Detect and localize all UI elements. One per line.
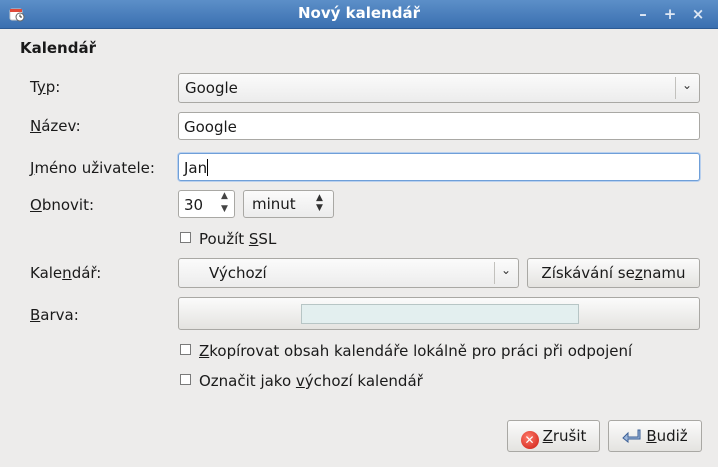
spin-down-icon[interactable]: ▼ — [221, 204, 228, 214]
maximize-button[interactable]: + — [660, 4, 680, 24]
use-ssl-checkbox[interactable]: Použít SSL — [180, 230, 276, 248]
ok-button[interactable]: Budiž — [608, 420, 702, 452]
name-input-value: Google — [184, 118, 237, 136]
fetch-list-button[interactable]: Získávání seznamu — [527, 258, 700, 288]
cancel-button[interactable]: ✕ Zrušit — [507, 420, 600, 452]
calendar-combobox[interactable]: Výchozí ⌄ — [178, 258, 519, 288]
combo-separator — [675, 77, 676, 99]
color-picker-button[interactable] — [178, 297, 700, 330]
set-default-checkbox[interactable]: Označit jako výchozí kalendář — [180, 372, 423, 390]
cancel-icon: ✕ — [520, 431, 539, 449]
type-combobox[interactable]: Google ⌄ — [178, 73, 700, 103]
username-input[interactable]: Jan — [178, 153, 700, 181]
checkbox-box — [180, 374, 191, 385]
combo-separator — [494, 262, 495, 284]
checkbox-box — [180, 232, 191, 243]
checkbox-box — [180, 344, 191, 355]
copy-offline-checkbox[interactable]: Zkopírovat obsah kalendáře lokálně pro p… — [180, 342, 632, 360]
refresh-unit-value: minut — [252, 195, 296, 213]
window-title: Nový kalendář — [298, 4, 420, 22]
refresh-unit-combobox[interactable]: minut ▲ ▼ — [243, 190, 334, 218]
type-value: Google — [185, 79, 238, 97]
close-button[interactable]: × — [688, 4, 708, 24]
refresh-value: 30 — [184, 196, 204, 214]
type-label: Typ: — [30, 78, 61, 96]
minimize-button[interactable]: – — [633, 4, 653, 24]
calendar-value: Výchozí — [209, 264, 267, 282]
refresh-label: Obnovit: — [30, 196, 94, 214]
up-down-arrows-icon: ▲ ▼ — [316, 193, 323, 213]
calendar-label: Kalendář: — [30, 264, 102, 282]
color-label: Barva: — [30, 306, 79, 324]
title-bar: Nový kalendář – + × — [0, 0, 718, 29]
refresh-spinbutton[interactable]: 30 ▲ ▼ — [178, 190, 235, 218]
name-input[interactable]: Google — [178, 112, 700, 140]
enter-arrow-icon — [622, 429, 641, 443]
section-title: Kalendář — [20, 39, 96, 57]
username-label: Jméno uživatele: — [30, 159, 155, 177]
chevron-down-icon: ⌄ — [681, 78, 693, 92]
name-label: Název: — [30, 117, 81, 135]
color-swatch — [301, 304, 579, 324]
username-input-value: Jan — [184, 159, 209, 177]
spin-up-icon[interactable]: ▲ — [221, 191, 228, 201]
chevron-down-icon: ⌄ — [500, 263, 512, 277]
dialog-content: Kalendář Typ: Google ⌄ Název: Google Jmé… — [0, 29, 718, 467]
text-caret — [207, 159, 209, 176]
